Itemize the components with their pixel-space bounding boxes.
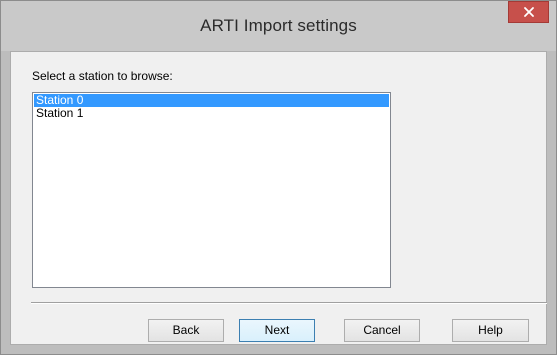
window-title: ARTI Import settings <box>200 16 357 35</box>
back-button[interactable]: Back <box>148 319 224 342</box>
station-list-item-1[interactable]: Station 1 <box>34 107 389 120</box>
help-button[interactable]: Help <box>452 319 529 342</box>
station-listbox[interactable]: Station 0 Station 1 <box>32 92 391 288</box>
cancel-button[interactable]: Cancel <box>344 319 420 342</box>
station-prompt-label: Select a station to browse: <box>32 69 173 83</box>
station-list-item-0[interactable]: Station 0 <box>34 94 389 107</box>
title-bar[interactable]: ARTI Import settings <box>1 1 556 51</box>
close-icon <box>523 7 534 17</box>
separator <box>31 302 547 304</box>
next-button[interactable]: Next <box>239 319 315 342</box>
close-button[interactable] <box>508 1 549 23</box>
dialog-window: ARTI Import settings Select a station to… <box>0 0 557 355</box>
dialog-body: Select a station to browse: Station 0 St… <box>10 51 547 345</box>
